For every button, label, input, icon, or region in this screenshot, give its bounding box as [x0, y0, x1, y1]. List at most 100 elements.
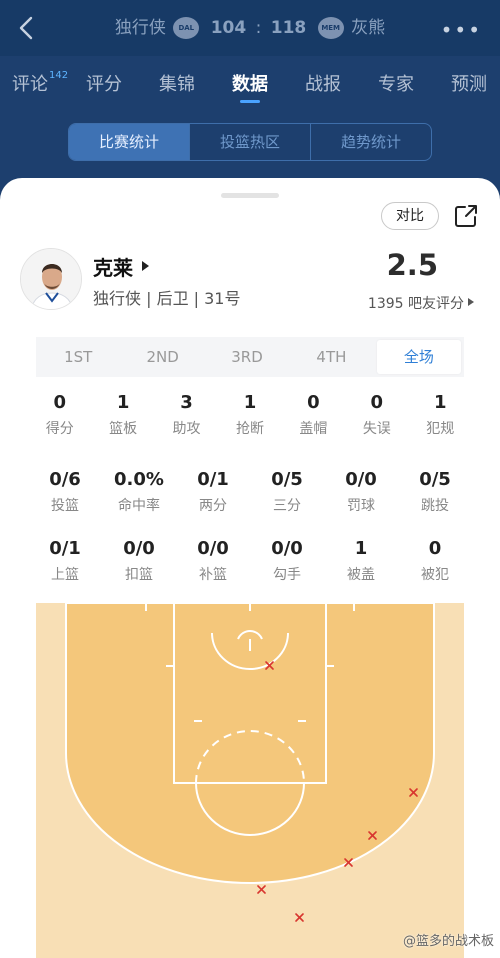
tab-highlights[interactable]: 集锦 [159, 70, 195, 96]
away-team-name: 灰熊 [351, 18, 386, 38]
tab-predictions[interactable]: 预测 [451, 70, 487, 96]
stat-item: 0/0 扣篮 [102, 536, 176, 584]
away-team-logo: MEM [317, 17, 344, 39]
stat-value: 0/0 [197, 538, 229, 559]
stat-value: 0/0 [345, 469, 377, 490]
stat-value: 0/0 [123, 538, 155, 559]
stat-label: 两分 [199, 498, 227, 514]
stat-label: 失误 [362, 421, 391, 437]
stat-value: 0/5 [271, 469, 303, 490]
stat-value: 0/5 [419, 469, 451, 490]
stat-item: 1 篮板 [91, 390, 154, 438]
shot-type-stats-row: 0/1 上篮 0/0 扣篮 0/0 补篮 0/0 勾手 1 被盖 0 被犯 [28, 536, 472, 584]
rating-count-link[interactable]: 1395 吧友评分 [368, 293, 464, 313]
stat-item: 0/6 投篮 [28, 467, 102, 515]
tab-data[interactable]: 数据 [232, 70, 268, 96]
tab-comments-label: 评论 [12, 74, 48, 95]
home-team-logo: DAL [173, 17, 200, 39]
stat-item: 0 被犯 [398, 536, 472, 584]
quarter-tab-4th[interactable]: 4TH [289, 337, 373, 377]
stat-label: 跳投 [421, 498, 449, 514]
stat-item: 0 失误 [345, 390, 408, 438]
shot-chart-court [36, 603, 464, 958]
stat-value: 1 [354, 538, 368, 559]
segment-trend-stats[interactable]: 趋势统计 [310, 124, 431, 160]
stat-label: 投篮 [51, 498, 79, 514]
tab-report[interactable]: 战报 [305, 70, 341, 96]
stat-item: 0/5 跳投 [398, 467, 472, 515]
stat-item: 0/1 两分 [176, 467, 250, 515]
tab-ratings[interactable]: 评分 [86, 70, 122, 96]
segment-shot-zones[interactable]: 投篮热区 [189, 124, 310, 160]
stat-label: 助攻 [172, 421, 201, 437]
stats-segment-control: 比赛统计 投篮热区 趋势统计 [68, 123, 432, 161]
stat-item: 0.0% 命中率 [102, 467, 176, 515]
home-team-name: 独行侠 [114, 18, 166, 38]
game-score-line: 独行侠 DAL 104 : 118 MEM 灰熊 [0, 14, 500, 42]
stat-item: 1 抢断 [218, 390, 281, 438]
stat-value: 0 [53, 392, 66, 413]
stat-value: 1 [243, 392, 257, 413]
tab-experts[interactable]: 专家 [378, 70, 414, 96]
stat-label: 罚球 [347, 498, 375, 514]
stat-label: 篮板 [109, 421, 138, 437]
main-tabs: 评论142 评分 集锦 数据 战报 专家 预测 [0, 56, 500, 112]
stat-label: 犯规 [426, 421, 455, 437]
compare-button[interactable]: 对比 [381, 202, 439, 230]
stat-label: 补篮 [199, 567, 227, 583]
stat-item: 1 被盖 [324, 536, 398, 584]
more-menu-icon[interactable]: ••• [441, 18, 482, 42]
active-tab-indicator [240, 100, 260, 103]
home-score: 104 [210, 18, 247, 38]
segment-game-stats[interactable]: 比赛统计 [69, 124, 189, 160]
top-bar: 独行侠 DAL 104 : 118 MEM 灰熊 ••• [0, 0, 500, 56]
rating-arrow-icon[interactable] [468, 298, 474, 306]
player-rating: 2.5 [386, 248, 438, 282]
quarter-selector: 1ST 2ND 3RD 4TH 全场 [36, 337, 464, 377]
share-icon[interactable] [452, 202, 480, 230]
stat-item: 1 犯规 [409, 390, 472, 438]
stat-item: 0/0 罚球 [324, 467, 398, 515]
player-photo-icon [21, 249, 81, 309]
stat-item: 0/5 三分 [250, 467, 324, 515]
stat-value: 0/1 [197, 469, 229, 490]
stat-item: 0 得分 [28, 390, 91, 438]
stat-item: 0 盖帽 [282, 390, 345, 438]
tab-comments[interactable]: 评论142 [12, 70, 68, 96]
quarter-tab-3rd[interactable]: 3RD [205, 337, 289, 377]
stat-label: 上篮 [51, 567, 79, 583]
quarter-tab-full-game[interactable]: 全场 [376, 340, 462, 374]
stat-item: 0/0 补篮 [176, 536, 250, 584]
comment-count-badge: 142 [49, 70, 69, 81]
stat-value: 3 [180, 392, 193, 413]
stat-item: 3 助攻 [155, 390, 218, 438]
stat-value: 0 [370, 392, 384, 413]
stat-label: 被犯 [421, 567, 449, 583]
stat-label: 盖帽 [299, 421, 328, 437]
stat-label: 得分 [45, 421, 74, 437]
player-detail-arrow-icon[interactable] [142, 261, 149, 271]
stat-value: 0.0% [114, 469, 164, 490]
player-stats-sheet: 对比 克莱 独行侠 | 后卫 | 31号 2.5 1395 吧友评分 1ST 2… [0, 178, 500, 958]
stat-value: 0/6 [49, 469, 81, 490]
away-score: 118 [270, 18, 307, 38]
stat-value: 0 [307, 392, 320, 413]
stat-label: 被盖 [347, 567, 375, 583]
watermark-text: @篮多的战术板 [402, 934, 494, 949]
stat-value: 1 [116, 392, 130, 413]
basic-stats-row: 0 得分 1 篮板 3 助攻 1 抢断 0 盖帽 0 失误 1 犯规 [28, 390, 472, 438]
player-avatar[interactable] [20, 248, 82, 310]
player-team-position: 独行侠 | 后卫 | 31号 [93, 289, 241, 308]
stat-value: 0/0 [271, 538, 303, 559]
stat-item: 0/0 勾手 [250, 536, 324, 584]
player-name[interactable]: 克莱 [93, 252, 133, 281]
quarter-tab-1st[interactable]: 1ST [36, 337, 120, 377]
stat-label: 勾手 [273, 567, 301, 583]
sheet-drag-handle[interactable] [221, 193, 279, 198]
quarter-tab-2nd[interactable]: 2ND [120, 337, 204, 377]
stat-value: 0/1 [49, 538, 81, 559]
shooting-stats-row: 0/6 投篮 0.0% 命中率 0/1 两分 0/5 三分 0/0 罚球 0/5 跳投 [28, 467, 472, 515]
stat-label: 命中率 [118, 498, 160, 514]
stat-value: 1 [433, 392, 447, 413]
stat-value: 0 [428, 538, 442, 559]
